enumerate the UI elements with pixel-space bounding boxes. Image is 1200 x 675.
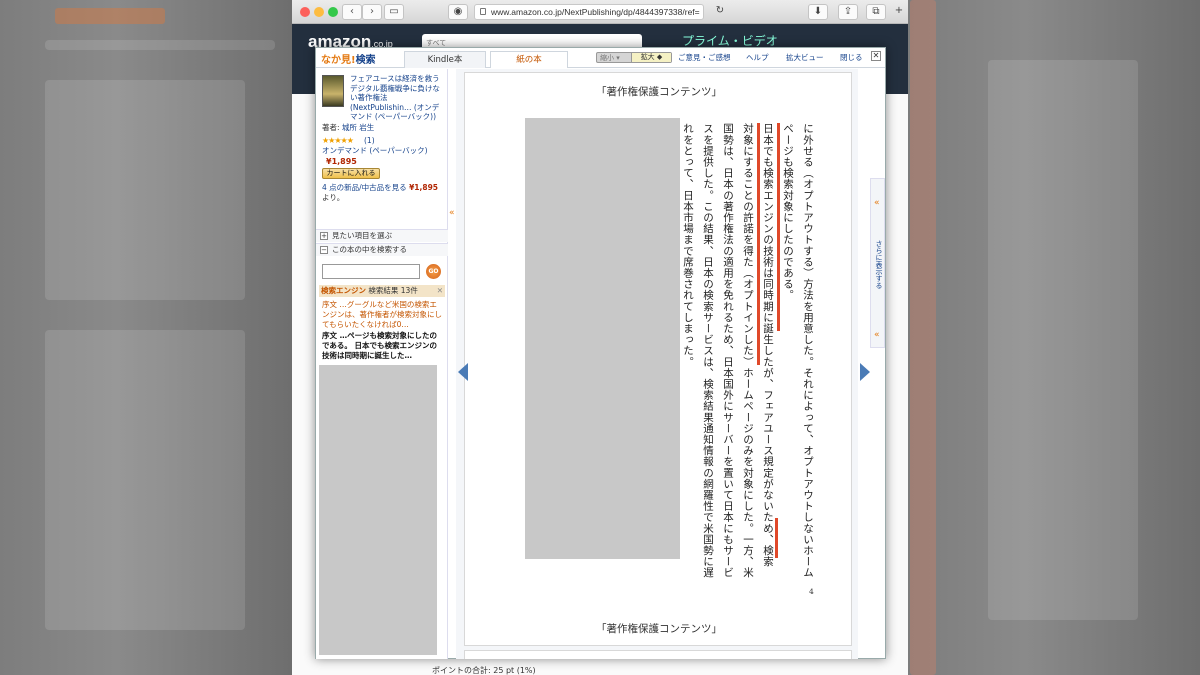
- help-link[interactable]: ヘルプ: [746, 52, 769, 63]
- text-line: に外せる（オプトアウトする）方法を用意した。それによって、オプトアウトしないホー…: [802, 123, 814, 579]
- look-inside-brand: なか見!検索: [321, 55, 376, 66]
- next-page-arrow-icon[interactable]: [860, 363, 870, 381]
- blurred-image: [45, 330, 245, 630]
- next-page-edge: [464, 650, 852, 659]
- tab-kindle[interactable]: Kindle本: [404, 51, 486, 68]
- blurred-image: [45, 80, 245, 300]
- collapse-icon: −: [320, 246, 328, 254]
- text-line: 日本でも検索エンジンの技術は同時期に誕生したが、フェアユース規定がないため、検索: [762, 123, 774, 567]
- viewer-header: なか見!検索 Kindle本 紙の本 縮小 ▾ 拡大 ◆ ご意見・ご感想 ヘルプ…: [316, 48, 885, 68]
- star-rating[interactable]: ★★★★★: [322, 136, 354, 145]
- close-icon[interactable]: ✕: [871, 51, 881, 61]
- feedback-link[interactable]: ご意見・ご感想: [678, 52, 731, 63]
- collapse-left-panel-icon[interactable]: «: [449, 208, 455, 218]
- text-line: 国勢は、日本の著作権法の適用を免れるため、日本国外にサーバーを置いて日本にもサー…: [722, 123, 734, 579]
- search-result-item-selected[interactable]: 序文 …ページも検索対象にしたのである。 日本でも検索エンジンの技術は同時期に誕…: [322, 331, 444, 361]
- zoom-control[interactable]: 縮小 ▾ 拡大 ◆: [596, 52, 672, 63]
- text-line: れをとって、日本市場まで席巻されてしまった。: [682, 123, 694, 368]
- back-button[interactable]: ‹: [342, 4, 362, 20]
- figure-placeholder: [525, 118, 680, 559]
- share-icon[interactable]: ⇪: [838, 4, 858, 20]
- format-link[interactable]: オンデマンド (ペーパーバック): [322, 145, 428, 156]
- background-left-blur: [0, 0, 292, 675]
- result-preview-placeholder: [319, 365, 437, 655]
- book-title-link[interactable]: フェアユースは経済を救うデジタル覇権戦争に負けない著作権法 (NextPubli…: [350, 74, 446, 122]
- new-tab-button[interactable]: +: [892, 4, 906, 20]
- search-results-header: 検索エンジン 検索結果 13件 ✕: [319, 285, 445, 297]
- book-cover-thumbnail[interactable]: [322, 75, 344, 107]
- expand-view-link[interactable]: 拡大ビュー: [786, 52, 824, 63]
- author-link[interactable]: 城所 岩生: [342, 123, 374, 132]
- background-right-blur: [908, 0, 1200, 675]
- expand-side-pane-icon[interactable]: «: [874, 198, 880, 208]
- review-count[interactable]: (1): [364, 136, 375, 145]
- zoom-in-button[interactable]: 拡大 ◆: [631, 53, 671, 62]
- url-text: www.amazon.co.jp/NextPublishing/dp/48443…: [491, 7, 700, 17]
- text-line: 対象にすることの許諾を得た（オプトインした）ホームページのみを対象にした。一方、…: [742, 123, 754, 579]
- title-bar: ‹ › ▭ ◉ www.amazon.co.jp/NextPublishing/…: [292, 0, 908, 24]
- expand-side-pane-icon-bottom[interactable]: «: [874, 330, 880, 340]
- copyright-notice-top: 「著作権保護コンテンツ」: [596, 86, 722, 98]
- browser-window: ‹ › ▭ ◉ www.amazon.co.jp/NextPublishing/…: [292, 0, 908, 675]
- lock-icon: [480, 8, 486, 15]
- zoom-window-button[interactable]: [328, 7, 338, 17]
- search-inside-row[interactable]: − この本の中を検索する: [316, 243, 448, 256]
- close-results-icon[interactable]: ✕: [437, 285, 443, 297]
- search-highlight: [775, 518, 778, 558]
- blurred-banner: [55, 8, 165, 24]
- close-link[interactable]: 閉じる: [840, 52, 863, 63]
- search-result-item[interactable]: 序文 …グーグルなど米国の検索エンジンは、著作権者が検索対象にしてもらいたくなけ…: [322, 300, 444, 330]
- go-button[interactable]: GO: [426, 264, 441, 279]
- book-page: 「著作権保護コンテンツ」 に外せる（オプトアウトする）方法を用意した。それによっ…: [464, 72, 852, 646]
- expand-icon: +: [320, 232, 328, 240]
- price: ¥1,895: [326, 157, 357, 166]
- add-to-cart-button[interactable]: カートに入れる: [322, 168, 380, 179]
- show-more-label[interactable]: さらに表示する: [872, 240, 884, 289]
- tab-paper-book[interactable]: 紙の本: [490, 51, 568, 68]
- sidebar-icon[interactable]: ▭: [384, 4, 404, 20]
- look-inside-viewer: なか見!検索 Kindle本 紙の本 縮小 ▾ 拡大 ◆ ご意見・ご感想 ヘルプ…: [315, 47, 886, 659]
- search-highlight: [757, 123, 760, 365]
- text-line: ページも検索対象にしたのである。: [782, 123, 794, 301]
- minimize-window-button[interactable]: [314, 7, 324, 17]
- tabs-icon[interactable]: ⧉: [866, 4, 886, 20]
- search-inside-input[interactable]: [322, 264, 420, 279]
- reload-icon[interactable]: ↻: [710, 4, 730, 20]
- page-number: 4: [809, 587, 814, 596]
- page-viewer: 「著作権保護コンテンツ」 に外せる（オプトアウトする）方法を用意した。それによっ…: [456, 69, 858, 659]
- copyright-notice-bottom: 「著作権保護コンテンツ」: [596, 623, 722, 635]
- select-section-row[interactable]: + 見たい項目を選ぶ: [316, 229, 448, 242]
- used-offers-link[interactable]: 4 点の新品/中古品を見る: [322, 183, 407, 192]
- ghost-extension-icon[interactable]: ◉: [448, 4, 468, 20]
- author: 著者: 城所 岩生: [322, 123, 375, 132]
- blurred-text: [45, 40, 275, 50]
- forward-button[interactable]: ›: [362, 4, 382, 20]
- text-line: スを提供した。この結果、日本の検索サービスは、検索結果通知情報の網羅性で米国勢に…: [702, 123, 714, 579]
- blurred-strip: [910, 0, 936, 675]
- previous-page-arrow-icon[interactable]: [458, 363, 468, 381]
- search-highlight: [777, 123, 780, 331]
- left-panel: フェアユースは経済を救うデジタル覇権戦争に負けない著作権法 (NextPubli…: [316, 69, 448, 659]
- blurred-content: [988, 60, 1138, 620]
- zoom-out-button[interactable]: 縮小 ▾: [600, 53, 620, 63]
- address-bar[interactable]: www.amazon.co.jp/NextPublishing/dp/48443…: [474, 4, 704, 20]
- close-window-button[interactable]: [300, 7, 310, 17]
- download-icon[interactable]: ⬇: [808, 4, 828, 20]
- used-offers: 4 点の新品/中古品を見る ¥1,895 より。: [322, 183, 439, 202]
- points-total: ポイントの合計: 25 pt (1%): [432, 666, 536, 675]
